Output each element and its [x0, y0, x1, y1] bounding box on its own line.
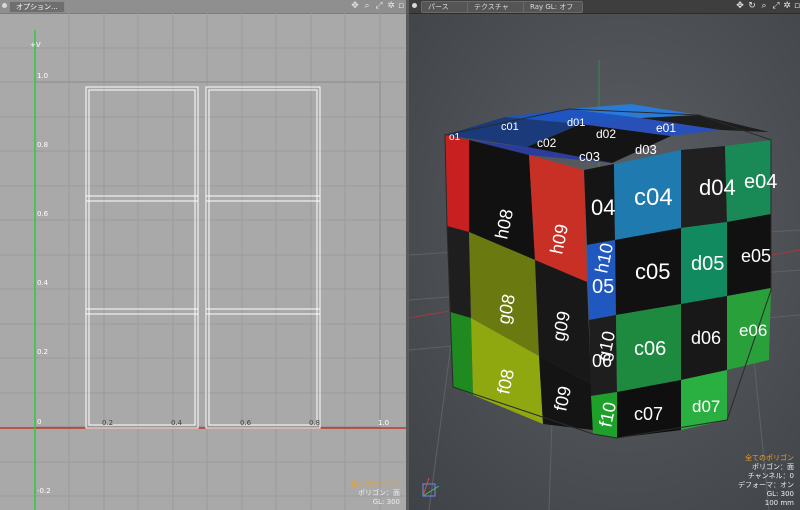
viewport-info-line: ポリゴン：面 — [752, 463, 794, 471]
uv-editor-viewport[interactable]: オプション... ✥ ⌕ ⤢ ✲ ▫ +V 1.0 0.8 0.6 0.4 0.… — [0, 0, 406, 510]
cube-label: d01 — [567, 117, 585, 129]
uv-info-overlay: 全てのポリゴン ポリゴン：面 GL: 300 — [351, 480, 400, 507]
cube-label: c02 — [537, 136, 557, 150]
cube-label: c05 — [635, 259, 670, 284]
u-tick-label: 0.6 — [240, 419, 252, 427]
viewport-info-line: 100 mm — [764, 499, 794, 507]
cube-label: e06 — [739, 321, 767, 340]
cube-label: c03 — [579, 149, 600, 164]
viewport-info-line: チャンネル：0 — [747, 472, 794, 480]
uv-islands — [85, 86, 321, 429]
uv-grid-canvas — [0, 13, 406, 510]
v-tick-label: 0.2 — [37, 348, 49, 356]
u-tick-label: 0.8 — [309, 419, 321, 427]
uv-info-line: ポリゴン：面 — [358, 489, 400, 497]
cube-label: d02 — [596, 127, 616, 141]
uv-info-line: 全てのポリゴン — [351, 480, 400, 488]
v-tick-label: 1.0 — [37, 72, 49, 80]
v-tick-label: 0.6 — [37, 210, 49, 218]
v-tick-label: 0.4 — [37, 279, 49, 287]
cube-label: e05 — [741, 246, 771, 266]
viewport-info-line: GL: 300 — [766, 490, 794, 498]
v-tick-label: 0 — [37, 418, 42, 426]
3d-viewport[interactable]: パース テクスチャ Ray GL: オフ ✥ ↻ ⌕ ⤢ ✲ ▫ o1 c01 … — [409, 0, 800, 510]
v-axis-label: +V — [30, 41, 41, 49]
cube-label: 04 — [591, 195, 615, 220]
u-tick-label: 0.4 — [171, 419, 183, 427]
u-tick-label: 0.2 — [102, 419, 114, 427]
cube-label: d05 — [691, 253, 724, 275]
viewport-info-overlay: 全てのポリゴン ポリゴン：面 チャンネル：0 デフォーマ：オン GL: 300 … — [738, 454, 794, 508]
viewport-info-line: デフォーマ：オン — [738, 481, 794, 489]
cube-label: o1 — [449, 132, 461, 143]
cube-label: e04 — [744, 171, 777, 193]
scene-canvas: o1 c01 d01 c02 d02 e01 c03 d03 04 c04 d0… — [409, 60, 800, 510]
u-tick-label: 1.0 — [378, 419, 390, 427]
cube-label: d06 — [691, 328, 721, 348]
uv-grid-lines — [0, 13, 406, 510]
cube-left-face — [445, 135, 593, 430]
cube-label: 05 — [592, 276, 614, 298]
v-tick-label: -0.2 — [37, 487, 51, 495]
cube-label: d04 — [699, 175, 736, 200]
uv-info-line: GL: 300 — [372, 498, 400, 506]
cube-label: d03 — [635, 142, 657, 157]
viewport-info-line: 全てのポリゴン — [745, 454, 794, 462]
cube-label: d07 — [692, 397, 720, 416]
cube-label: c06 — [634, 338, 666, 360]
v-tick-label: 0.8 — [37, 141, 49, 149]
cube-label: c04 — [634, 184, 673, 211]
cube-label: c07 — [634, 404, 663, 424]
cube-label: c01 — [501, 121, 519, 133]
cube-label: e01 — [656, 121, 676, 135]
